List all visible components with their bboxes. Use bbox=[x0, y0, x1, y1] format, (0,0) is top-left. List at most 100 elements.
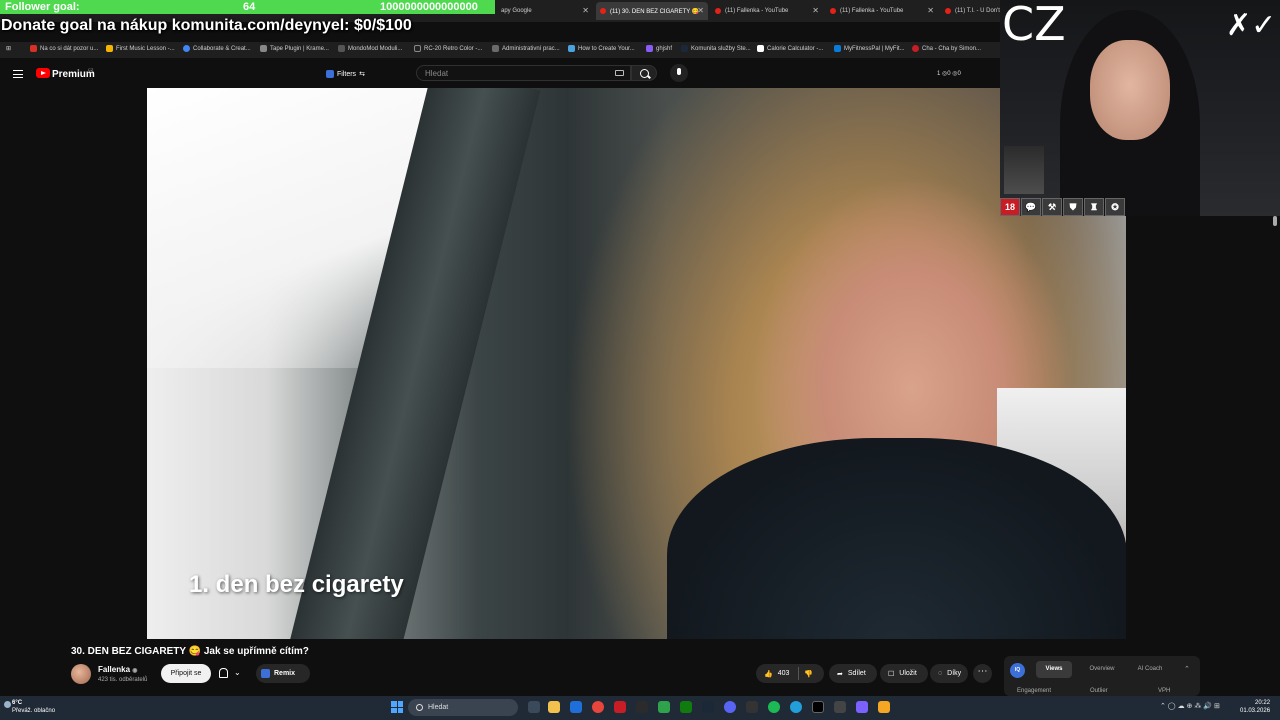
channel-avatar[interactable] bbox=[71, 664, 91, 684]
tab-ai-coach[interactable]: AI Coach bbox=[1130, 661, 1170, 678]
browser-tab[interactable]: apy Google ✕ bbox=[497, 2, 593, 20]
search-button[interactable] bbox=[631, 65, 657, 81]
follower-goal-current: 64 bbox=[243, 1, 256, 13]
tiktok-icon[interactable] bbox=[812, 701, 824, 713]
chevron-up-icon[interactable]: ⌃ bbox=[1184, 665, 1190, 673]
bookmark[interactable]: Tape Plugin | Krame... bbox=[260, 45, 329, 52]
bookmark[interactable]: MondoMod Moduli... bbox=[338, 45, 402, 52]
telegram-icon[interactable] bbox=[790, 701, 802, 713]
mail-icon[interactable] bbox=[570, 701, 582, 713]
page-scrollbar[interactable] bbox=[1272, 216, 1278, 686]
bookmark[interactable]: Cha - Cha by Simon... bbox=[912, 45, 981, 52]
youtube-logo-icon[interactable] bbox=[36, 68, 50, 78]
dislike-icon[interactable]: 👎 bbox=[804, 670, 813, 678]
analytics-panel: IQ Views Overview AI Coach ⌃ Engagement … bbox=[1004, 656, 1200, 696]
xbox-icon[interactable] bbox=[680, 701, 692, 713]
discord-icon[interactable] bbox=[724, 701, 736, 713]
windows-start-icon[interactable] bbox=[391, 701, 403, 713]
bookmark-label: How to Create Your... bbox=[578, 45, 635, 52]
like-dislike-group[interactable]: 👍 403 👎 bbox=[756, 664, 824, 683]
age-18-icon: 18 bbox=[1000, 198, 1020, 216]
video-subtitle: 1. den bez cigarety bbox=[189, 571, 404, 598]
steam-icon[interactable] bbox=[702, 701, 714, 713]
bookmark[interactable]: Administrativní prac... bbox=[492, 45, 560, 52]
tab-views[interactable]: Views bbox=[1036, 661, 1072, 678]
app-icon-dark[interactable] bbox=[636, 701, 648, 713]
bookmarks-bar: ⊞ Na co si dát pozor u... First Music Le… bbox=[0, 42, 1000, 58]
thanks-button[interactable]: ◌ Díky bbox=[930, 664, 968, 683]
system-tray[interactable]: ⌃ ◯ ☁ ⊕ ⁂ 🔊 ⊞ bbox=[1160, 702, 1220, 710]
filters-label: Filters bbox=[337, 70, 357, 78]
remix-button[interactable]: Remix bbox=[256, 664, 310, 683]
close-tab-icon[interactable]: ✕ bbox=[927, 6, 934, 15]
bookmark-label: MondoMod Moduli... bbox=[348, 45, 403, 52]
weather-widget[interactable]: 6°C Převáž. oblačno bbox=[12, 699, 55, 715]
app-icon-green[interactable] bbox=[658, 701, 670, 713]
join-button[interactable]: Připojit se bbox=[161, 664, 211, 683]
filters-extension-icon bbox=[326, 70, 334, 78]
like-count: 403 bbox=[777, 670, 790, 677]
app-icon-gray[interactable] bbox=[746, 701, 758, 713]
webcam-badges: 18 💬 ⚒ ⛊ ♜ ✪ bbox=[1000, 198, 1125, 216]
video-player[interactable]: 1. den bez cigarety bbox=[147, 88, 1126, 639]
bookmark[interactable]: How to Create Your... bbox=[568, 45, 635, 52]
chevron-down-icon[interactable]: ⌄ bbox=[234, 668, 241, 677]
close-tab-icon[interactable]: ✕ bbox=[697, 6, 704, 15]
app-icon-red[interactable] bbox=[614, 701, 626, 713]
bookmark-label: Calorie Calculator -... bbox=[767, 45, 824, 52]
search-input[interactable]: Hledat bbox=[416, 65, 631, 81]
share-button[interactable]: ➦ Sdílet bbox=[829, 664, 877, 683]
keyboard-icon[interactable] bbox=[615, 70, 624, 76]
outlier-label: Outlier bbox=[1090, 688, 1108, 694]
app-icon-orange[interactable] bbox=[878, 701, 890, 713]
bookmark[interactable]: ghjshf bbox=[646, 45, 672, 52]
like-icon[interactable]: 👍 bbox=[764, 670, 773, 678]
task-view-icon[interactable] bbox=[528, 701, 540, 713]
tower-icon: ♜ bbox=[1084, 198, 1104, 216]
bookmark[interactable]: Collaborate & Creat... bbox=[183, 45, 251, 52]
video-title: 30. DEN BEZ CIGARETY 😋 Jak se upřímně cí… bbox=[71, 646, 309, 657]
weather-temp: 6°C bbox=[12, 700, 23, 706]
app-icon-purple[interactable] bbox=[856, 701, 868, 713]
vph-label: VPH bbox=[1158, 688, 1171, 694]
tab-overview[interactable]: Overview bbox=[1082, 661, 1122, 678]
taskbar-search-input[interactable]: Hledat bbox=[408, 699, 518, 716]
thanks-icon: ◌ bbox=[938, 670, 943, 677]
divider bbox=[798, 667, 799, 680]
bookmark-label: Tape Plugin | Krame... bbox=[270, 45, 329, 52]
more-actions-button[interactable]: ⋯ bbox=[973, 664, 992, 683]
chat-icon: 💬 bbox=[1021, 198, 1041, 216]
browser-tab[interactable]: (11) Fallenka - YouTube ✕ bbox=[826, 2, 938, 20]
menu-icon[interactable] bbox=[13, 70, 23, 78]
chrome-icon[interactable] bbox=[592, 701, 604, 713]
close-tab-icon[interactable]: ✕ bbox=[812, 6, 819, 15]
weather-cloud-icon[interactable] bbox=[4, 701, 11, 708]
microphone-icon[interactable] bbox=[670, 64, 688, 82]
save-label: Uložit bbox=[899, 670, 917, 677]
scrollbar-thumb[interactable] bbox=[1273, 216, 1277, 226]
region-code: CZ bbox=[88, 67, 94, 72]
filters-button[interactable]: Filters ⇆ bbox=[326, 68, 365, 80]
browser-tab[interactable]: (11) Fallenka - YouTube ✕ bbox=[711, 2, 823, 20]
close-tab-icon[interactable]: ✕ bbox=[582, 6, 589, 15]
system-clock[interactable]: 20:22 01.03.2026 bbox=[1240, 699, 1270, 715]
apps-grid-icon[interactable]: ⊞ bbox=[6, 45, 11, 52]
channel-name[interactable]: Fallenka ◉ bbox=[98, 665, 138, 674]
spotify-icon[interactable] bbox=[768, 701, 780, 713]
obs-icon[interactable] bbox=[834, 701, 846, 713]
bell-icon[interactable] bbox=[219, 668, 228, 678]
bookmark[interactable]: Calorie Calculator -... bbox=[757, 45, 823, 52]
bookmark-label: ghjshf bbox=[656, 45, 673, 52]
save-button[interactable]: ☐ Uložit bbox=[880, 664, 928, 683]
youtube-favicon-icon bbox=[715, 8, 721, 14]
browser-tab-active[interactable]: (11) 30. DEN BEZ CIGARETY 😋 ✕ bbox=[596, 2, 708, 20]
bookmark[interactable]: RC-20 Retro Color -... bbox=[414, 45, 482, 52]
file-explorer-icon[interactable] bbox=[548, 701, 560, 713]
share-icon: ➦ bbox=[837, 670, 843, 678]
bookmark[interactable]: First Music Lesson -... bbox=[106, 45, 175, 52]
bookmark[interactable]: Na co si dát pozor u... bbox=[30, 45, 98, 52]
bookmark[interactable]: Komunita služby Ste... bbox=[681, 45, 751, 52]
bookmark[interactable]: MyFitnessPal | MyFit... bbox=[834, 45, 905, 52]
save-icon: ☐ bbox=[888, 670, 895, 678]
browser-tab[interactable]: (11) T.I. - U Don't bbox=[941, 2, 1000, 20]
